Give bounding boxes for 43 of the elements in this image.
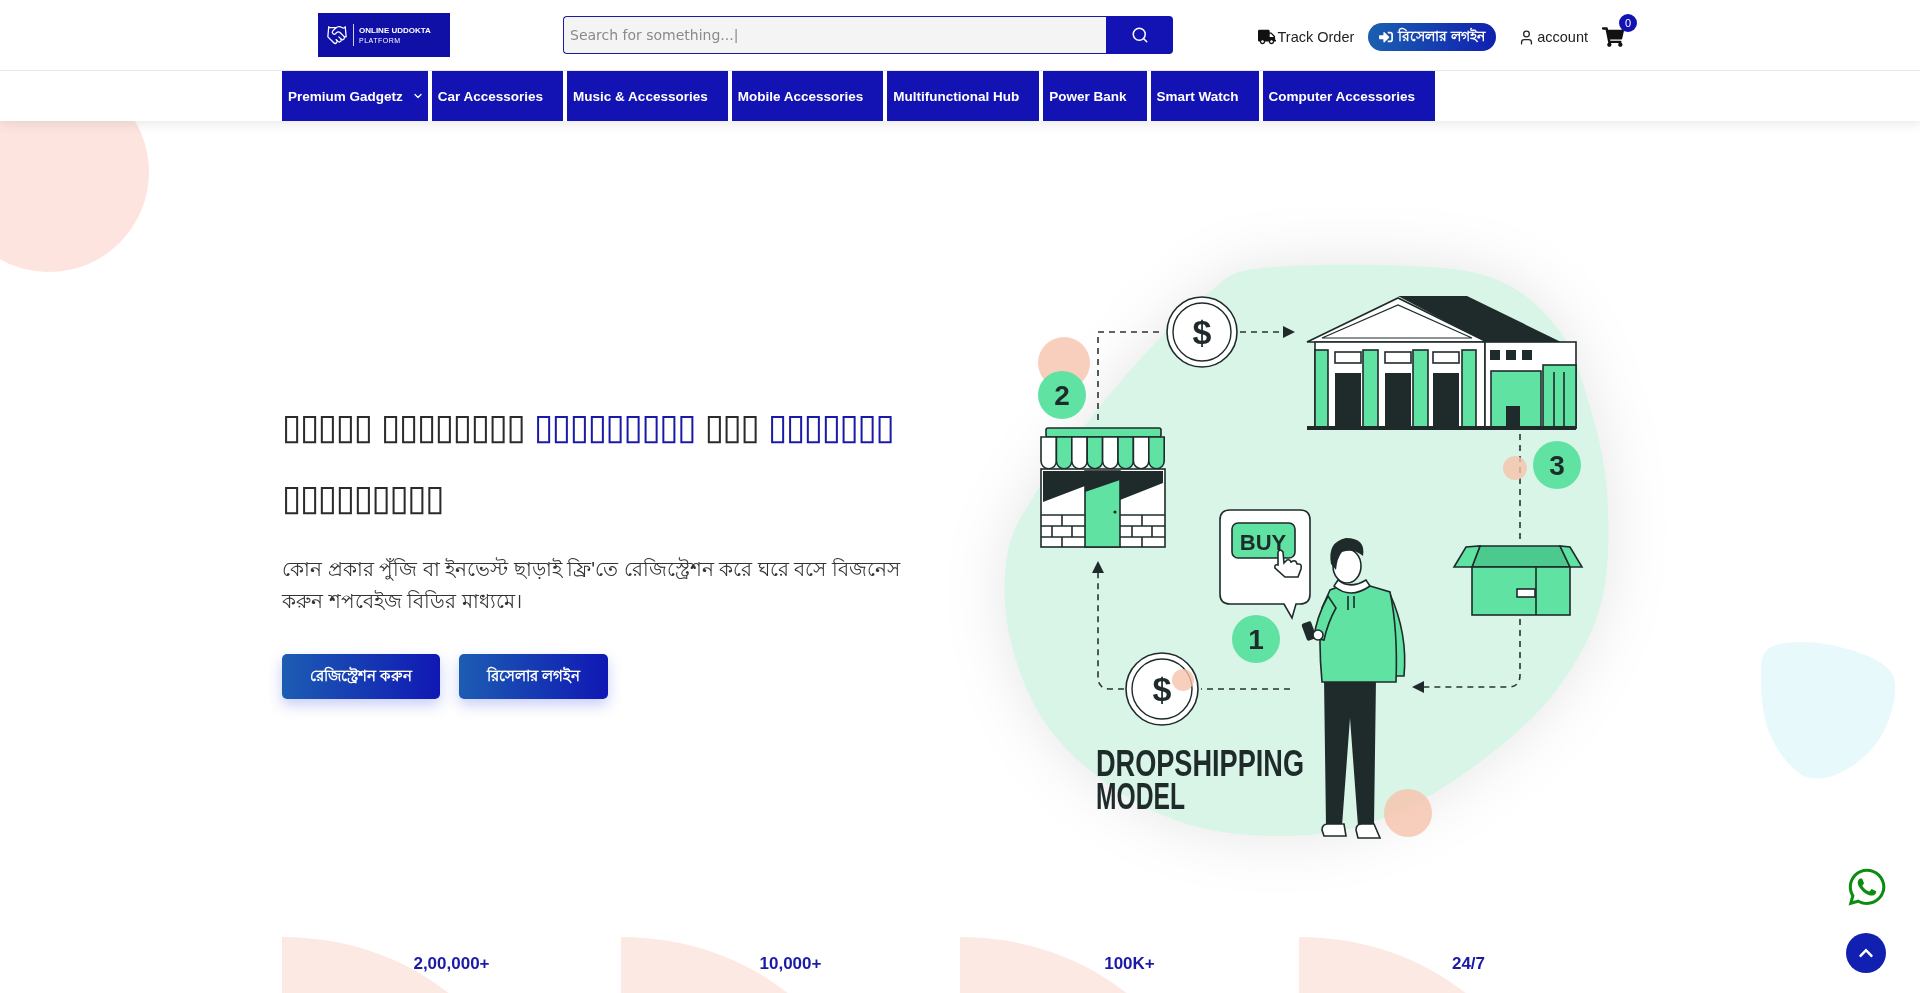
stat-value: 100K+ (1104, 954, 1155, 974)
scroll-top-button[interactable] (1846, 933, 1886, 973)
dollar-sign: $ (1192, 313, 1212, 351)
dashed-arrow (1239, 326, 1295, 338)
hand-cursor-icon (1274, 549, 1303, 578)
decorative-dot (1503, 456, 1527, 480)
buy-button-drawing (1231, 522, 1296, 559)
hero-button[interactable]: রেজিস্ট্রেশন করুন (282, 654, 441, 699)
step-number: 1 (1248, 624, 1264, 655)
nav-link[interactable]: Mobile Accessories (731, 71, 884, 121)
track-order-link[interactable]: Track Order (1257, 28, 1355, 46)
nav-link[interactable]: Power Bank (1043, 71, 1147, 121)
nav-link[interactable]: Computer Accessories (1262, 71, 1436, 121)
search-button[interactable] (1106, 16, 1173, 54)
nav-link[interactable]: Premium Gadgetz (282, 71, 428, 121)
search-field[interactable]: Search for something...| (563, 16, 1106, 54)
account-link[interactable]: account (1518, 28, 1588, 46)
hero-button[interactable]: রিসেলার লগইন (459, 654, 609, 699)
cart-count-badge: 0 (1619, 14, 1637, 32)
stat-value: 10,000+ (759, 954, 822, 974)
step-number: 3 (1549, 450, 1565, 481)
step-number: 2 (1054, 380, 1070, 411)
search-icon (1130, 26, 1149, 44)
logo-title: ONLINE UDDOKTA (359, 26, 431, 35)
handshake-icon (326, 24, 348, 46)
hero-title: ▯▯▯▯▯ ▯▯▯▯▯▯▯▯ ▯▯▯▯▯▯▯▯▯ ▯▯▯ ▯▯▯▯▯▯▯ ▯▯▯▯▯▯▯▯▯ (282, 405, 894, 520)
hero-description: কোন প্রকার পুঁজি বা ইনভেস্ট ছাড়াই ফ্রি'তে রেজিস্ট্রেশন করে ঘরে বসে বিজনেস করুন শপবেইজ বিডির মাধ্যমে। (282, 556, 902, 614)
truck-icon (1257, 28, 1276, 46)
decorative-dot (1384, 789, 1432, 837)
nav-link[interactable]: Smart Watch (1150, 71, 1259, 121)
nav-link[interactable]: Multifunctional Hub (887, 71, 1040, 121)
sign-in-icon (1379, 30, 1394, 44)
nav-link[interactable]: Car Accessories (431, 71, 564, 121)
nav-link[interactable]: Music & Accessories (567, 71, 728, 121)
buy-label: BUY (1239, 530, 1287, 555)
dollar-sign: $ (1152, 670, 1172, 708)
stat-value: 24/7 (1451, 954, 1486, 974)
decorative-dot (1172, 669, 1194, 691)
cart-icon (1602, 26, 1624, 48)
reseller-login-button[interactable]: রিসেলার লগইন (1368, 23, 1497, 51)
cart-button[interactable] (1602, 26, 1624, 48)
stat-value: 2,00,000+ (413, 954, 490, 974)
whatsapp-icon[interactable] (1846, 866, 1888, 908)
